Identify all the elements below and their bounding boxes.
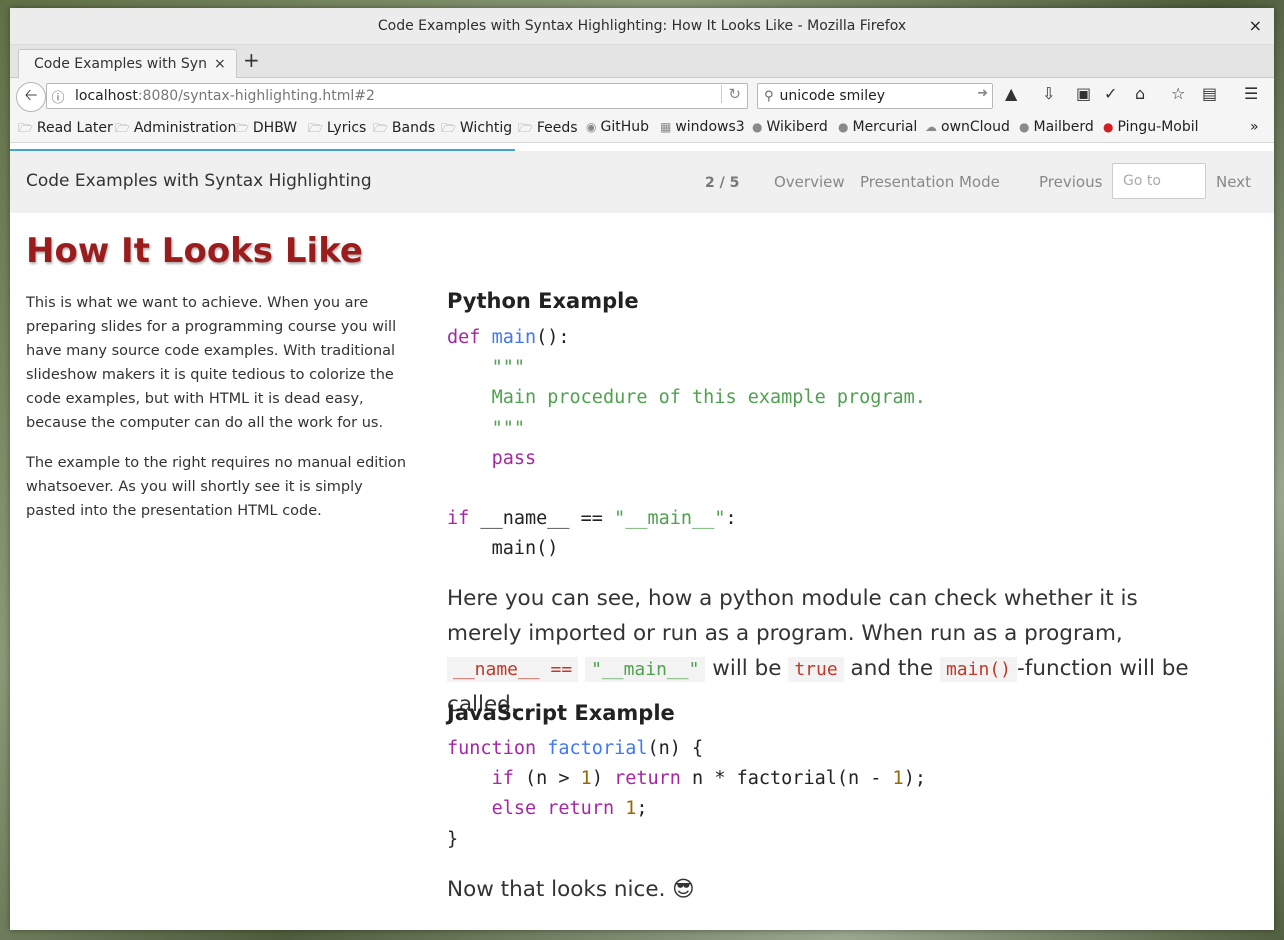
back-arrow-icon: 🡠 bbox=[24, 84, 38, 104]
home-icon[interactable]: ⌂ bbox=[1135, 84, 1145, 103]
overview-link[interactable]: Overview bbox=[774, 173, 845, 191]
slideshow-header: Code Examples with Syntax Highlighting 2… bbox=[10, 151, 1274, 213]
bookmark-github[interactable]: ◉ GitHub bbox=[586, 119, 649, 135]
previous-link[interactable]: Previous bbox=[1039, 173, 1102, 191]
slide-counter: 2 / 5 bbox=[705, 175, 740, 191]
pocket-icon[interactable]: ✓ bbox=[1104, 84, 1117, 103]
downloads-icon[interactable]: ⇩ bbox=[1042, 84, 1055, 103]
folder-icon: 🗁 bbox=[115, 121, 130, 135]
bookmark-bands[interactable]: 🗁 Bands bbox=[373, 119, 435, 140]
tab-bar: Code Examples with Syntax Highlighting: … bbox=[10, 45, 1274, 78]
window-title: Code Examples with Syntax Highlighting: … bbox=[377, 18, 907, 34]
bookmark-star-icon[interactable]: ☆ bbox=[1171, 84, 1185, 103]
tab-close-icon[interactable]: × bbox=[214, 56, 226, 72]
navigation-toolbar: 🡠 ⓘ localhost:8080/syntax-highlighting.h… bbox=[10, 78, 1274, 114]
folder-icon: 🗁 bbox=[373, 121, 388, 135]
bookmark-mercurial[interactable]: ● Mercurial bbox=[838, 119, 917, 135]
github-icon: ◉ bbox=[586, 120, 597, 134]
site-info-icon[interactable]: ⓘ bbox=[47, 87, 69, 106]
python-code-block: def main(): """ Main procedure of this e… bbox=[447, 327, 926, 560]
folder-icon: 🗁 bbox=[18, 121, 33, 135]
back-button[interactable]: 🡠 bbox=[16, 82, 46, 112]
bookmark-pingu-mobil[interactable]: ● Pingu-Mobil bbox=[1103, 119, 1199, 135]
folder-icon: 🗁 bbox=[441, 121, 456, 135]
folder-icon: 🗁 bbox=[234, 121, 249, 135]
wikiberd-icon: ● bbox=[752, 120, 763, 134]
screenshot-icon[interactable]: ▣ bbox=[1076, 84, 1091, 103]
bookmark-wikiberd[interactable]: ● Wikiberd bbox=[752, 119, 828, 135]
windows3-icon: ▦ bbox=[660, 120, 672, 134]
bookmark-administration[interactable]: 🗁 Administration bbox=[115, 119, 236, 140]
bookmark-owncloud[interactable]: ☁ ownCloud bbox=[925, 119, 1010, 135]
presentation-title: Code Examples with Syntax Highlighting bbox=[26, 171, 372, 191]
closing-remark: Now that looks nice. 😎 bbox=[447, 877, 695, 902]
window-titlebar: Code Examples with Syntax Highlighting: … bbox=[10, 8, 1274, 45]
tab-active[interactable]: Code Examples with Syntax Highlighting: … bbox=[18, 49, 237, 78]
reader-list-icon[interactable]: ▤ bbox=[1202, 84, 1217, 103]
mailberd-icon: ● bbox=[1019, 120, 1030, 134]
javascript-code-block: function factorial(n) { if (n > 1) retur… bbox=[447, 738, 926, 850]
bookmarks-toolbar: 🗁 Read Later 🗁 Administration 🗁 DHBW 🗁 Lyric… bbox=[10, 114, 1274, 143]
mercurial-icon: ● bbox=[838, 120, 849, 134]
owncloud-icon: ☁ bbox=[925, 120, 937, 134]
bookmarks-overflow-icon[interactable]: » bbox=[1250, 119, 1259, 135]
folder-icon: 🗁 bbox=[308, 121, 323, 135]
search-bar[interactable]: ⚲ unicode smiley ➜ bbox=[757, 83, 993, 109]
search-go-icon[interactable]: ➜ bbox=[977, 86, 988, 101]
bookmark-windows3[interactable]: ▦ windows3 bbox=[660, 119, 745, 135]
search-icon: ⚲ bbox=[764, 88, 774, 104]
bookmark-read-later[interactable]: 🗁 Read Later bbox=[18, 119, 113, 140]
bookmark-wichtig[interactable]: 🗁 Wichtig bbox=[441, 119, 512, 140]
bookmark-lyrics[interactable]: 🗁 Lyrics bbox=[308, 119, 366, 140]
bookmark-dhbw[interactable]: 🗁 DHBW bbox=[234, 119, 297, 140]
folder-icon: 🗁 bbox=[518, 121, 533, 135]
intro-paragraph: This is what we want to achieve. When yo… bbox=[26, 295, 397, 431]
bookmark-mailberd[interactable]: ● Mailberd bbox=[1019, 119, 1094, 135]
url-path: :8080/syntax-highlighting.html#2 bbox=[137, 88, 375, 104]
tab-label: Code Examples with Syntax Highlighting: … bbox=[34, 56, 206, 72]
incognito-icon[interactable]: ▲ bbox=[1005, 84, 1017, 103]
window-close-icon[interactable]: × bbox=[1249, 16, 1262, 35]
goto-input[interactable] bbox=[1112, 163, 1206, 199]
browser-window: Code Examples with Syntax Highlighting: … bbox=[10, 8, 1274, 930]
pingu-mobil-icon: ● bbox=[1103, 120, 1114, 134]
next-link[interactable]: Next bbox=[1216, 173, 1251, 191]
presentation-mode-link[interactable]: Presentation Mode bbox=[860, 173, 1000, 191]
bookmark-feeds[interactable]: 🗁 Feeds bbox=[518, 119, 578, 140]
slide-title: How It Looks Like bbox=[26, 231, 363, 271]
slide-content: How It Looks Like This is what we want t… bbox=[10, 213, 1274, 930]
url-host: localhost bbox=[75, 88, 138, 104]
url-bar[interactable]: ⓘ localhost:8080/syntax-highlighting.htm… bbox=[46, 83, 748, 109]
python-heading: Python Example bbox=[447, 289, 639, 313]
new-tab-icon[interactable]: + bbox=[243, 48, 260, 72]
javascript-heading: JavaScript Example bbox=[447, 701, 675, 725]
menu-icon[interactable]: ☰ bbox=[1244, 84, 1258, 103]
search-input[interactable]: unicode smiley bbox=[780, 88, 885, 104]
intro-paragraph-2: The example to the right requires no man… bbox=[26, 455, 407, 519]
reload-icon[interactable]: ↻ bbox=[721, 85, 741, 103]
